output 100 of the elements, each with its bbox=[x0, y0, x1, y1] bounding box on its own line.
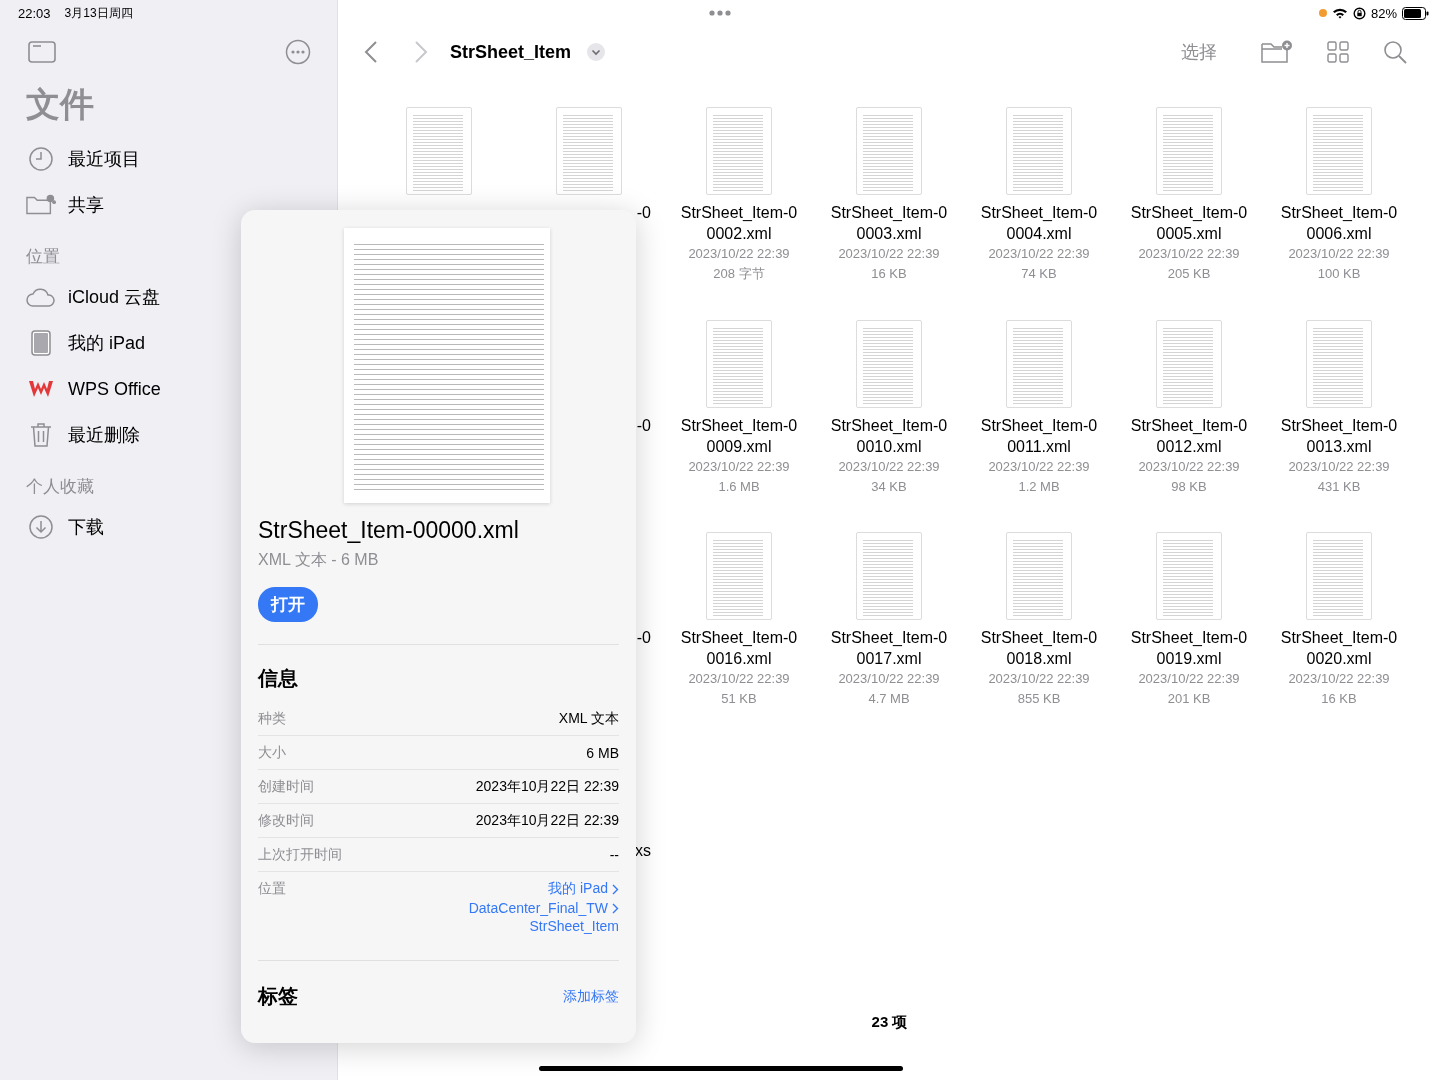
dropdown-icon[interactable] bbox=[587, 43, 606, 61]
sidebar-item[interactable]: iCloud 云盘 bbox=[26, 274, 311, 320]
file-date: 2023/10/22 22:39 bbox=[1138, 670, 1240, 688]
sidebar-item[interactable]: 我的 iPad bbox=[26, 320, 311, 366]
sidebar-item[interactable]: 共享 bbox=[26, 182, 311, 228]
info-heading: 信息 bbox=[258, 666, 299, 691]
file-date: 2023/10/22 22:39 bbox=[838, 457, 940, 476]
rotation-lock-icon bbox=[1352, 6, 1366, 20]
info-label: 修改时间 bbox=[258, 811, 314, 830]
info-value: 2023年10月22日 22:39 bbox=[475, 811, 619, 830]
sidebar-item[interactable]: WPS Office bbox=[26, 366, 311, 412]
file-size: 34 KB bbox=[871, 477, 907, 496]
location-link[interactable]: 我的 iPad bbox=[548, 880, 608, 898]
sidebar-toggle-icon[interactable] bbox=[28, 41, 56, 63]
file-size: 431 KB bbox=[1317, 477, 1361, 496]
document-thumbnail[interactable] bbox=[1306, 107, 1372, 195]
file-name: StrSheet_Item-0 0020.xml bbox=[1280, 628, 1398, 669]
folder-title: StrSheet_Item bbox=[450, 41, 572, 63]
item-count: 23 项 bbox=[871, 1013, 908, 1032]
file-size: 16 KB bbox=[871, 265, 907, 283]
open-button[interactable]: 打开 bbox=[258, 587, 318, 622]
file-name: StrSheet_Item-0 0009.xml bbox=[680, 415, 798, 457]
file-size: 1.2 MB bbox=[1018, 477, 1060, 496]
more-options-icon[interactable] bbox=[285, 39, 311, 65]
file-name: -0 bbox=[636, 628, 651, 648]
status-time: 22:03 bbox=[18, 5, 51, 21]
location-link[interactable]: StrSheet_Item bbox=[529, 918, 619, 934]
file-size: 98 KB bbox=[1171, 477, 1207, 496]
file-date: 2023/10/22 22:39 bbox=[1288, 245, 1390, 263]
file-subtitle: XML 文本 - 6 MB bbox=[258, 550, 380, 570]
section-header: 位置 bbox=[26, 246, 61, 268]
battery-icon bbox=[1402, 6, 1429, 20]
file-title: StrSheet_Item-00000.xml bbox=[258, 517, 520, 544]
search-icon[interactable] bbox=[1383, 40, 1407, 64]
file-size: 74 KB bbox=[1021, 265, 1057, 283]
info-label: 上次打开时间 bbox=[258, 845, 342, 864]
file-name: StrSheet_Item-0 0004.xml bbox=[980, 203, 1098, 244]
clock-icon bbox=[26, 146, 56, 172]
document-thumbnail[interactable] bbox=[856, 107, 922, 195]
file-date: 2023/10/22 22:39 bbox=[988, 457, 1090, 476]
multitasking-icon[interactable] bbox=[709, 10, 731, 16]
document-thumbnail[interactable] bbox=[1156, 319, 1222, 408]
file-date: 2023/10/22 22:39 bbox=[988, 245, 1090, 263]
document-thumbnail[interactable] bbox=[1006, 532, 1072, 620]
document-thumbnail[interactable] bbox=[406, 107, 472, 195]
document-thumbnail[interactable] bbox=[1006, 107, 1072, 195]
location-link[interactable]: DataCenter_Final_TW bbox=[468, 900, 608, 916]
file-name: StrSheet_Item-0 0019.xml bbox=[1130, 628, 1248, 669]
file-size: 16 KB bbox=[1321, 690, 1357, 708]
grid-view-icon[interactable] bbox=[1327, 41, 1349, 63]
file-size: 4.7 MB bbox=[868, 690, 910, 708]
battery-percentage: 82% bbox=[1370, 5, 1397, 21]
document-thumbnail[interactable] bbox=[1306, 319, 1372, 408]
file-name: StrSheet_Item-0 0005.xml bbox=[1130, 203, 1248, 244]
new-folder-icon[interactable] bbox=[1261, 40, 1293, 64]
section-header: 个人收藏 bbox=[26, 476, 95, 498]
file-name: StrSheet_Item-0 0013.xml bbox=[1280, 415, 1398, 457]
info-label: 创建时间 bbox=[258, 777, 314, 796]
file-size: 201 KB bbox=[1167, 690, 1211, 708]
back-icon[interactable] bbox=[364, 41, 378, 63]
shared-folder-icon bbox=[26, 193, 56, 217]
info-label: 种类 bbox=[258, 709, 286, 728]
document-thumbnail[interactable] bbox=[1156, 107, 1222, 195]
file-date: 2023/10/22 22:39 bbox=[838, 245, 940, 263]
file-name: StrSheet_Item-0 0017.xml bbox=[830, 628, 948, 669]
wifi-icon bbox=[1331, 7, 1348, 19]
file-date: 2023/10/22 22:39 bbox=[688, 245, 790, 263]
forward-icon[interactable] bbox=[414, 41, 428, 63]
file-date: 2023/10/22 22:39 bbox=[1288, 457, 1390, 476]
document-thumbnail[interactable] bbox=[556, 107, 622, 195]
sidebar-item[interactable]: 最近项目 bbox=[26, 136, 311, 182]
document-thumbnail[interactable] bbox=[856, 532, 922, 620]
file-size: 1.6 MB bbox=[718, 477, 760, 496]
file-name: StrSheet_Item-0 0016.xml bbox=[680, 628, 798, 669]
document-thumbnail[interactable] bbox=[706, 532, 772, 620]
document-thumbnail[interactable] bbox=[1156, 532, 1222, 620]
file-name: StrSheet_Item-0 0010.xml bbox=[830, 415, 948, 457]
info-value: XML 文本 bbox=[558, 709, 619, 728]
file-size: 100 KB bbox=[1317, 265, 1361, 283]
sidebar-item[interactable]: 最近删除 bbox=[26, 412, 311, 458]
document-thumbnail[interactable] bbox=[856, 319, 922, 408]
recording-dot-icon bbox=[1318, 9, 1327, 17]
document-thumbnail[interactable] bbox=[1006, 319, 1072, 408]
file-name: StrSheet_Item-0 0018.xml bbox=[980, 628, 1098, 669]
document-thumbnail[interactable] bbox=[706, 107, 772, 195]
file-name: StrSheet_Item-0 0003.xml bbox=[830, 203, 948, 244]
file-date: 2023/10/22 22:39 bbox=[1138, 245, 1240, 263]
status-date: 3月13日周四 bbox=[64, 4, 133, 22]
info-label: 位置 bbox=[258, 880, 286, 898]
document-thumbnail[interactable] bbox=[1306, 532, 1372, 620]
app-logo-icon bbox=[26, 379, 56, 399]
add-tag-link[interactable]: 添加标签 bbox=[563, 987, 619, 1006]
home-indicator[interactable] bbox=[539, 1066, 903, 1071]
info-value: -- bbox=[609, 846, 619, 863]
file-date: 2023/10/22 22:39 bbox=[688, 457, 790, 476]
file-date: 2023/10/22 22:39 bbox=[988, 670, 1090, 688]
chevron-icon bbox=[612, 883, 619, 895]
download-icon bbox=[26, 514, 56, 540]
document-thumbnail[interactable] bbox=[706, 319, 772, 408]
file-size: 855 KB bbox=[1017, 690, 1061, 708]
